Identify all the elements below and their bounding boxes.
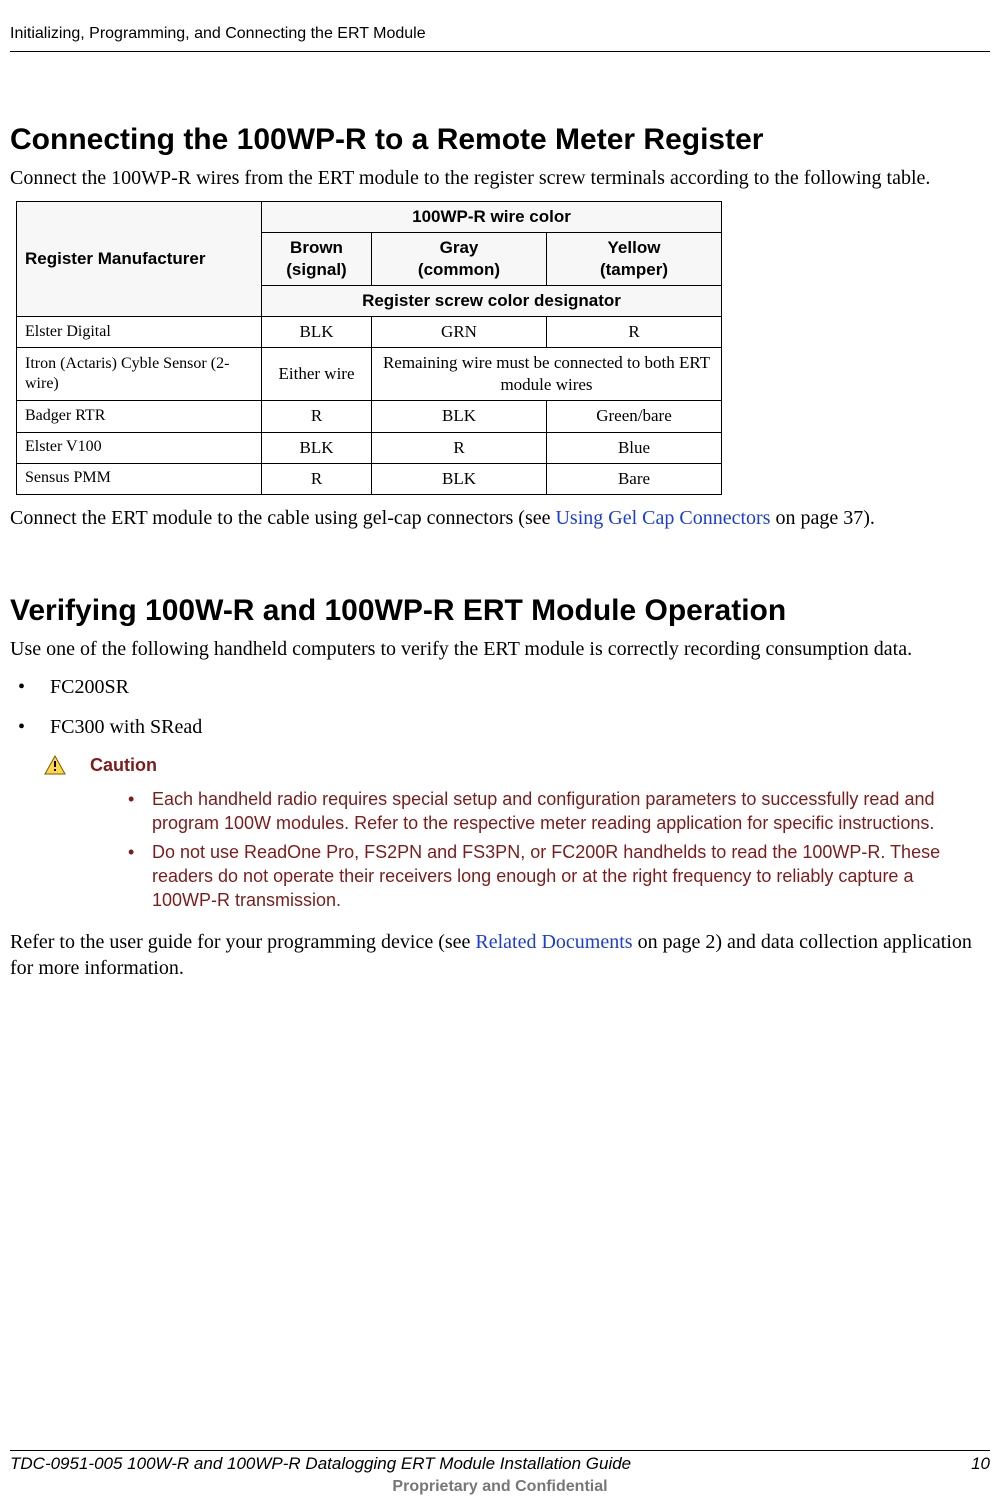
after-table-suffix: on page 37). (770, 507, 874, 529)
list-item: FC300 with SRead (10, 714, 990, 740)
cell-yellow: R (547, 317, 722, 348)
th-brown: Brown (signal) (262, 232, 372, 285)
th-gray: Gray (common) (372, 232, 547, 285)
section2-heading: Verifying 100W-R and 100WP-R ERT Module … (10, 591, 990, 630)
caution-header: Caution (44, 754, 990, 777)
cell-yellow: Blue (547, 432, 722, 463)
cell-brown: Either wire (262, 348, 372, 401)
handheld-list: FC200SR FC300 with SRead (10, 674, 990, 740)
cell-gray-yellow-merged: Remaining wire must be connected to both… (372, 348, 722, 401)
table-row: Itron (Actaris) Cyble Sensor (2-wire) Ei… (17, 348, 722, 401)
footer-confidential: Proprietary and Confidential (10, 1477, 990, 1498)
cell-gray: GRN (372, 317, 547, 348)
th-yellow-sub: (tamper) (600, 260, 668, 279)
section2-closing: Refer to the user guide for your program… (10, 929, 990, 981)
cell-yellow: Green/bare (547, 401, 722, 432)
cell-mfr: Itron (Actaris) Cyble Sensor (2-wire) (17, 348, 262, 401)
closing-prefix: Refer to the user guide for your program… (10, 931, 475, 953)
cell-gray: BLK (372, 463, 547, 494)
caution-label: Caution (90, 754, 157, 777)
page-footer: TDC-0951-005 100W-R and 100WP-R Datalogg… (0, 1450, 1000, 1502)
table-row: Elster Digital BLK GRN R (17, 317, 722, 348)
link-related-documents[interactable]: Related Documents (475, 931, 632, 953)
cell-brown: R (262, 401, 372, 432)
table-row: Badger RTR R BLK Green/bare (17, 401, 722, 432)
footer-doc-id: TDC-0951-005 100W-R and 100WP-R Datalogg… (10, 1453, 631, 1475)
caution-item: Each handheld radio requires special set… (120, 787, 970, 836)
cell-brown: BLK (262, 432, 372, 463)
caution-list: Each handheld radio requires special set… (120, 787, 970, 912)
cell-mfr: Badger RTR (17, 401, 262, 432)
cell-yellow: Bare (547, 463, 722, 494)
cell-mfr: Sensus PMM (17, 463, 262, 494)
cell-brown: BLK (262, 317, 372, 348)
caution-icon (44, 755, 66, 775)
th-yellow: Yellow (tamper) (547, 232, 722, 285)
list-item: FC200SR (10, 674, 990, 700)
header-rule (10, 51, 990, 52)
th-wire-color-group: 100WP-R wire color (262, 201, 722, 232)
table-row: Sensus PMM R BLK Bare (17, 463, 722, 494)
link-gel-cap-connectors[interactable]: Using Gel Cap Connectors (555, 507, 770, 529)
cell-mfr: Elster V100 (17, 432, 262, 463)
wire-color-table: Register Manufacturer 100WP-R wire color… (16, 201, 722, 495)
th-brown-sub: (signal) (286, 260, 346, 279)
th-gray-label: Gray (440, 238, 479, 257)
th-yellow-label: Yellow (608, 238, 661, 257)
cell-brown: R (262, 463, 372, 494)
th-register-mfr: Register Manufacturer (17, 201, 262, 316)
footer-rule (10, 1450, 990, 1451)
cell-gray: BLK (372, 401, 547, 432)
th-brown-label: Brown (290, 238, 343, 257)
cell-mfr: Elster Digital (17, 317, 262, 348)
after-table-prefix: Connect the ERT module to the cable usin… (10, 507, 555, 529)
table-row: Elster V100 BLK R Blue (17, 432, 722, 463)
chapter-title: Initializing, Programming, and Connectin… (10, 24, 990, 51)
section1-heading: Connecting the 100WP-R to a Remote Meter… (10, 120, 990, 159)
th-designator: Register screw color designator (262, 286, 722, 317)
section1-after-table: Connect the ERT module to the cable usin… (10, 505, 990, 531)
cell-gray: R (372, 432, 547, 463)
footer-page-number: 10 (971, 1453, 990, 1475)
section2-intro: Use one of the following handheld comput… (10, 636, 990, 662)
section1-intro: Connect the 100WP-R wires from the ERT m… (10, 165, 990, 191)
caution-item: Do not use ReadOne Pro, FS2PN and FS3PN,… (120, 840, 970, 913)
th-gray-sub: (common) (418, 260, 500, 279)
